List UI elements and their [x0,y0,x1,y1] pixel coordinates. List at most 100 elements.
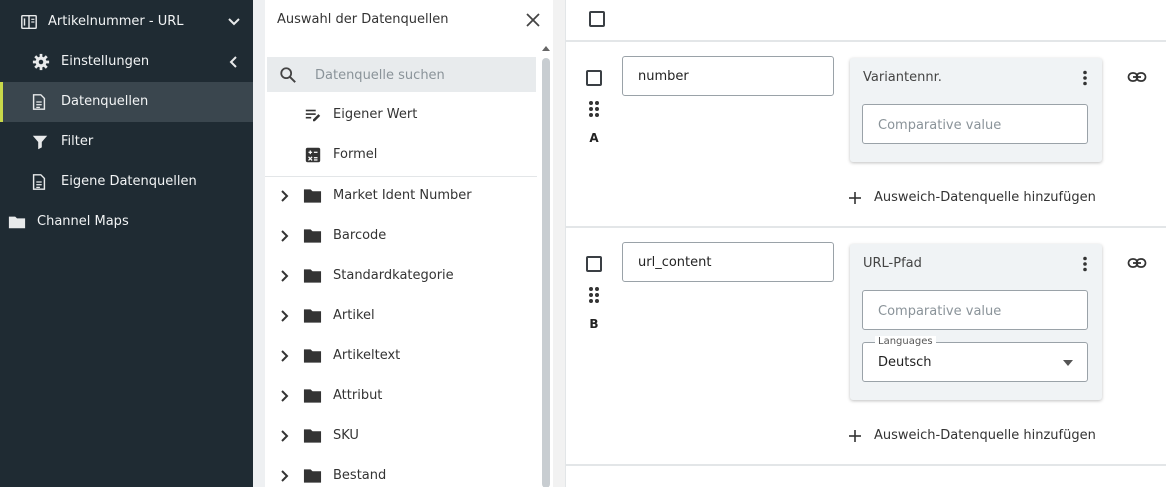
tree-item-label: Attribut [333,388,383,403]
data-source-panel: Auswahl der Datenquellen Eigener Wert [253,0,553,487]
key-input[interactable]: number [622,56,834,96]
tree-item[interactable]: Bestand [265,456,537,487]
chevron-right-icon[interactable] [277,229,291,243]
sidebar-item-label: Datenquellen [61,94,149,109]
row-letter: B [589,317,599,331]
sidebar-item-label: Einstellungen [61,54,150,69]
folder-icon [303,309,322,323]
chevron-right-icon[interactable] [277,269,291,283]
scroll-up-arrow-icon[interactable] [542,44,550,52]
sidebar-item-label: Filter [61,134,94,149]
tree-item[interactable]: Barcode [265,216,537,256]
gear-icon [32,53,50,71]
tree-item-label: SKU [333,428,359,443]
document-icon [32,94,46,110]
languages-value: Deutsch [878,355,932,370]
mapping-area: A number Variantennr. Ausweich-Datenquel… [565,0,1166,487]
folder-icon [303,189,322,203]
chevron-right-icon[interactable] [277,469,291,483]
chevron-right-icon[interactable] [277,349,291,363]
calculator-icon [305,147,321,163]
row-separator [566,226,1166,228]
tree-item[interactable]: Artikeltext [265,336,537,376]
tree-item[interactable]: SKU [265,416,537,456]
filter-icon [32,135,48,150]
folder-icon [303,389,322,403]
sidebar-item-label: Eigene Datenquellen [61,174,197,189]
folder-icon [303,469,322,483]
row-separator [566,40,1166,42]
comparative-value-input[interactable] [878,301,1074,321]
more-options-icon[interactable] [1082,256,1088,272]
tree-item-label: Artikeltext [333,348,401,363]
folder-icon [303,269,322,283]
list-item-eigener-wert[interactable]: Eigener Wert [265,95,537,135]
close-icon[interactable] [523,10,543,30]
row-letter: A [589,131,599,145]
tree-item[interactable]: Standardkategorie [265,256,537,296]
panel-title: Auswahl der Datenquellen [277,12,449,27]
tree-item[interactable]: Attribut [265,376,537,416]
tree-item-label: Bestand [333,468,387,483]
languages-select[interactable]: Languages Deutsch [862,336,1088,382]
sidebar-item-einstellungen[interactable]: Einstellungen [0,42,253,82]
chevron-right-icon[interactable] [277,429,291,443]
add-fallback-label: Ausweich-Datenquelle hinzufügen [874,190,1096,205]
book-icon [21,14,37,30]
sidebar: Artikelnummer - URL Einstellungen Datenq… [0,0,253,487]
drag-handle-icon[interactable] [588,286,600,304]
folder-icon [8,216,26,229]
sidebar-item-eigene-datenquellen[interactable]: Eigene Datenquellen [0,162,253,202]
search-icon [280,67,296,83]
row-checkbox[interactable] [586,70,602,86]
plus-icon [849,192,861,204]
tree-item[interactable]: Artikel [265,296,537,336]
sidebar-item-filter[interactable]: Filter [0,122,253,162]
edit-list-icon [305,109,321,122]
sidebar-item-datenquellen[interactable]: Datenquellen [0,82,253,122]
tree-item[interactable]: Market Ident Number [265,176,537,216]
list-item-label: Formel [333,147,378,162]
link-icon[interactable] [1127,253,1147,273]
comparative-value-field[interactable] [862,290,1088,330]
comparative-value-input[interactable] [878,115,1074,135]
chevron-right-icon[interactable] [277,189,291,203]
tree-item-label: Artikel [333,308,375,323]
list-item-formel[interactable]: Formel [265,135,537,175]
sidebar-item-label: Channel Maps [37,214,129,229]
languages-label: Languages [875,336,936,348]
drag-handle-icon[interactable] [588,100,600,118]
data-source-title: URL-Pfad [863,256,922,271]
dropdown-arrow-icon[interactable] [1063,360,1073,366]
data-source-card: URL-Pfad Languages Deutsch [850,244,1102,400]
key-input[interactable]: url_content [622,242,834,282]
tree-item-label: Standardkategorie [333,268,454,283]
search-input[interactable] [315,64,525,86]
key-input-value: number [638,69,689,84]
row-checkbox[interactable] [586,256,602,272]
chevron-left-icon[interactable] [227,55,241,69]
chevron-down-icon[interactable] [227,15,241,29]
tree-item-label: Barcode [333,228,387,243]
chevron-right-icon[interactable] [277,309,291,323]
folder-icon [303,349,322,363]
data-source-card: Variantennr. [850,58,1102,162]
scrollbar[interactable] [541,44,551,487]
sidebar-item-channel-maps[interactable]: Channel Maps [0,202,253,242]
add-fallback-label: Ausweich-Datenquelle hinzufügen [874,428,1096,443]
sidebar-item-artikelnummer-url[interactable]: Artikelnummer - URL [0,2,253,42]
link-icon[interactable] [1127,67,1147,87]
row-separator [566,464,1166,466]
list-item-label: Eigener Wert [333,107,418,122]
scroll-thumb[interactable] [542,58,550,487]
folder-icon [303,429,322,443]
folder-icon [303,229,322,243]
document-icon [32,174,46,190]
more-options-icon[interactable] [1082,70,1088,86]
sidebar-item-label: Artikelnummer - URL [48,14,184,29]
select-all-checkbox[interactable] [589,11,605,27]
search-box [267,57,536,92]
key-input-value: url_content [638,255,712,270]
chevron-right-icon[interactable] [277,389,291,403]
comparative-value-field[interactable] [862,104,1088,144]
